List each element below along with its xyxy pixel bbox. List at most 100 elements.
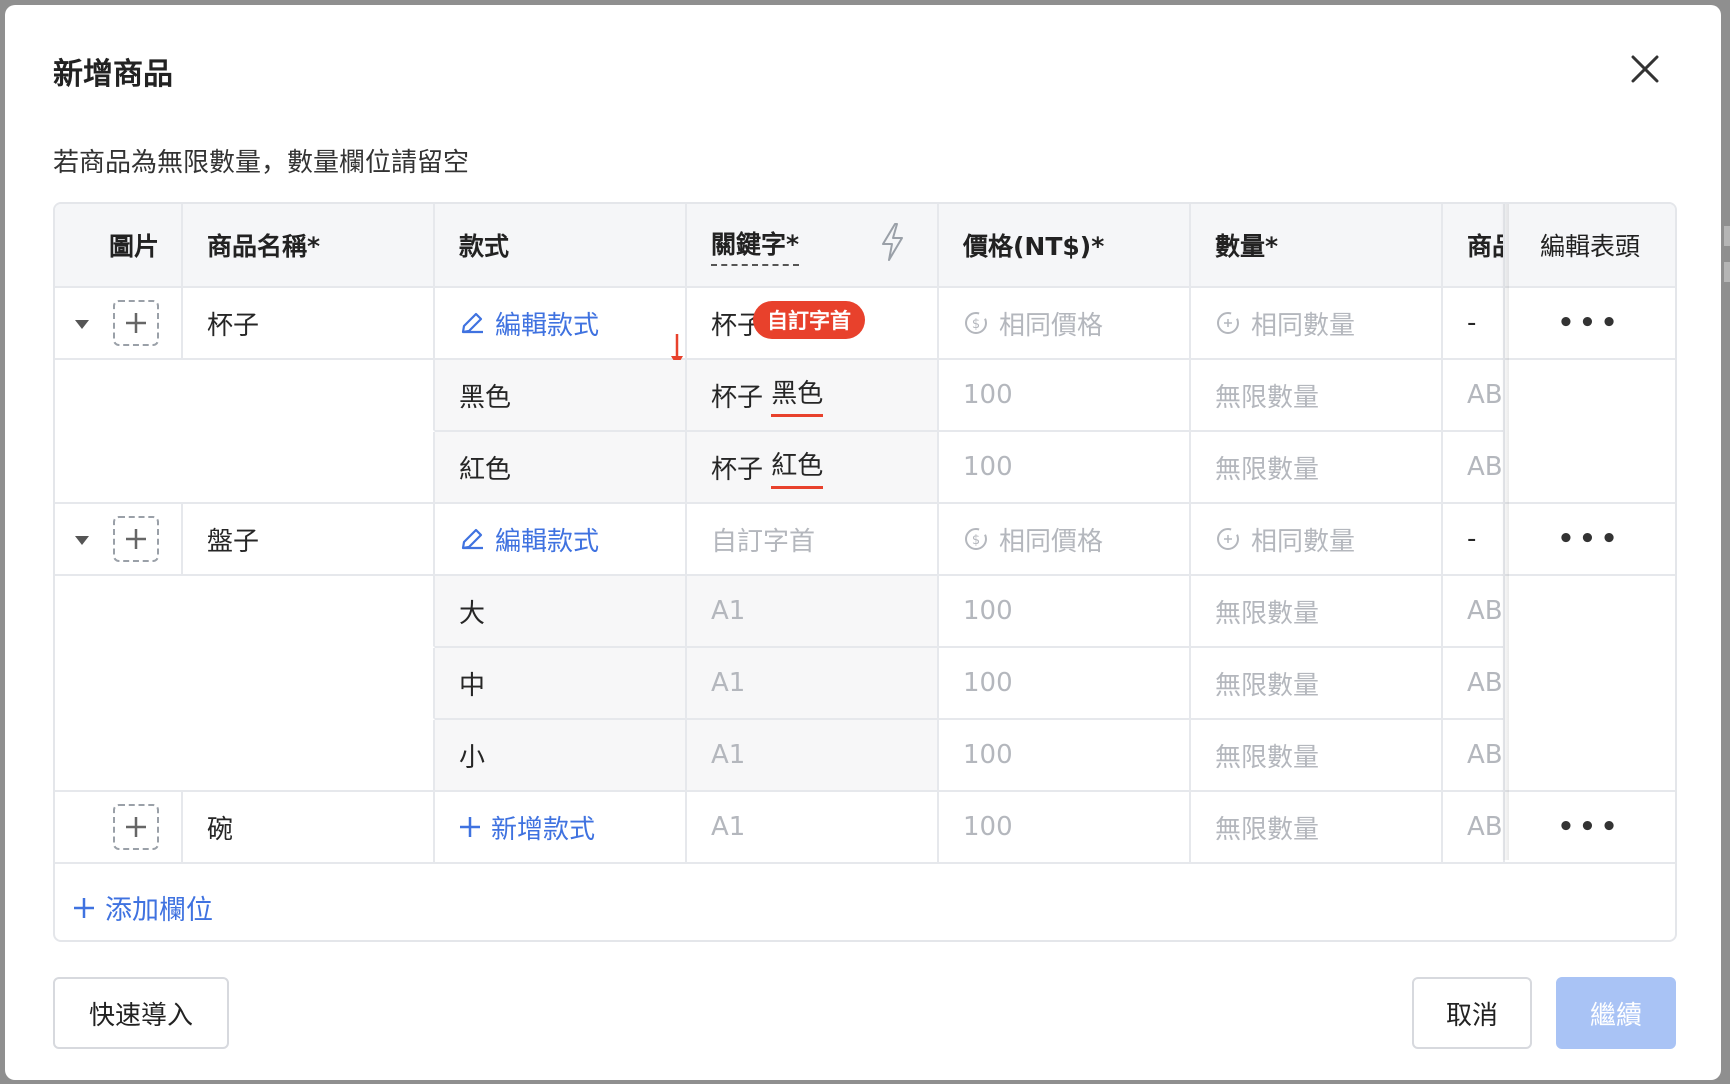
edit-header-button[interactable]: 編輯表頭	[1505, 204, 1675, 288]
close-button[interactable]	[1625, 49, 1665, 89]
extra-cell[interactable]: -	[1443, 288, 1505, 360]
edit-variant-button[interactable]: 編輯款式	[435, 288, 687, 360]
row-actions	[1505, 360, 1675, 432]
image-cell	[55, 504, 183, 576]
price-cell[interactable]: 100	[939, 576, 1191, 648]
variant-name[interactable]: 黑色	[435, 360, 687, 432]
table-header: 圖片 商品名稱* 款式 關鍵字* 價格(NT$)* 數量* 商品 編輯表頭	[55, 204, 1675, 288]
add-variant-button[interactable]: 新增款式	[435, 792, 687, 864]
dollar-cycle-icon: $	[965, 528, 987, 550]
sticky-column-shadow	[1501, 204, 1509, 860]
header-keyword: 關鍵字*	[687, 204, 939, 288]
price-cell[interactable]: $ 相同價格	[939, 504, 1191, 576]
more-button[interactable]: •••	[1505, 792, 1675, 864]
plus-icon	[126, 529, 146, 549]
svg-text:$: $	[972, 533, 980, 548]
add-column-button[interactable]: 添加欄位	[73, 888, 213, 927]
add-image-button[interactable]	[113, 804, 159, 850]
keyword-cell[interactable]: A1	[687, 576, 939, 648]
edit-icon	[461, 312, 483, 334]
extra-cell[interactable]: AB	[1443, 792, 1505, 864]
quantity-cell[interactable]: 相同數量	[1191, 504, 1443, 576]
add-variant-label: 新增款式	[491, 814, 596, 845]
product-name[interactable]: 盤子	[183, 504, 435, 576]
caret-down-icon[interactable]	[75, 536, 89, 545]
quantity-cell[interactable]: 無限數量	[1191, 432, 1443, 504]
quantity-cell[interactable]: 無限數量	[1191, 360, 1443, 432]
variant-name[interactable]: 中	[435, 648, 687, 720]
variant-name[interactable]: 小	[435, 720, 687, 792]
caret-down-icon[interactable]	[75, 320, 89, 329]
more-button[interactable]: •••	[1505, 504, 1675, 576]
price-cell[interactable]: 100	[939, 360, 1191, 432]
image-cell	[55, 720, 183, 792]
row-actions	[1505, 648, 1675, 720]
edit-variant-label: 編輯款式	[495, 310, 600, 341]
row-actions	[1505, 576, 1675, 648]
name-cell	[183, 360, 435, 432]
quantity-cell[interactable]: 相同數量	[1191, 288, 1443, 360]
quantity-hint: 若商品為無限數量，數量欄位請留空	[53, 148, 470, 178]
backdrop-fragment	[1724, 226, 1730, 246]
edit-variant-label: 編輯款式	[495, 526, 600, 557]
lightning-icon[interactable]	[877, 222, 907, 262]
add-image-button[interactable]	[113, 516, 159, 562]
more-button[interactable]: •••	[1505, 288, 1675, 360]
svg-text:$: $	[972, 317, 980, 332]
keyword-cell[interactable]: 自訂字首	[687, 504, 939, 576]
keyword-suffix: 黑色	[771, 373, 824, 417]
keyword-cell[interactable]: A1	[687, 720, 939, 792]
extra-cell[interactable]: -	[1443, 504, 1505, 576]
extra-cell[interactable]: AB	[1443, 648, 1505, 720]
edit-icon	[461, 528, 483, 550]
add-image-button[interactable]	[113, 300, 159, 346]
table-row: 中 A1 100 無限數量 AB	[55, 648, 1675, 720]
keyword-cell[interactable]: A1	[687, 648, 939, 720]
quantity-cell[interactable]: 無限數量	[1191, 648, 1443, 720]
table-row: 黑色 杯子 黑色 100 無限數量 AB	[55, 360, 1675, 432]
table-row: 紅色 杯子 紅色 100 無限數量 AB	[55, 432, 1675, 504]
name-cell	[183, 432, 435, 504]
price-cell[interactable]: 100	[939, 432, 1191, 504]
extra-cell[interactable]: AB	[1443, 576, 1505, 648]
keyword-cell[interactable]: A1	[687, 792, 939, 864]
add-column-label: 添加欄位	[105, 895, 213, 926]
product-name[interactable]: 杯子	[183, 288, 435, 360]
quantity-cell[interactable]: 無限數量	[1191, 720, 1443, 792]
quantity-cell[interactable]: 無限數量	[1191, 576, 1443, 648]
extra-cell[interactable]: AB	[1443, 432, 1505, 504]
edit-variant-button[interactable]: 編輯款式	[435, 504, 687, 576]
header-price: 價格(NT$)*	[939, 204, 1191, 288]
keyword-prefix: 杯子	[711, 454, 764, 485]
keyword-prefix: 杯子	[711, 382, 764, 413]
price-cell[interactable]: $ 相同價格	[939, 288, 1191, 360]
row-actions	[1505, 432, 1675, 504]
plus-icon	[74, 897, 94, 918]
name-cell	[183, 576, 435, 648]
price-cell[interactable]: 100	[939, 648, 1191, 720]
extra-cell[interactable]: AB	[1443, 720, 1505, 792]
price-cell[interactable]: 100	[939, 792, 1191, 864]
product-name[interactable]: 碗	[183, 792, 435, 864]
keyword-cell[interactable]: 杯子 黑色	[687, 360, 939, 432]
image-cell	[55, 576, 183, 648]
more-icon: •••	[1557, 308, 1623, 338]
quantity-cell[interactable]: 無限數量	[1191, 792, 1443, 864]
variant-name[interactable]: 紅色	[435, 432, 687, 504]
plus-icon	[460, 817, 480, 837]
same-price-label: 相同價格	[999, 310, 1104, 341]
price-cell[interactable]: 100	[939, 720, 1191, 792]
row-actions	[1505, 720, 1675, 792]
dialog-title: 新增商品	[53, 57, 173, 92]
quick-import-button[interactable]: 快速導入	[53, 977, 229, 1049]
extra-cell[interactable]: AB	[1443, 360, 1505, 432]
header-quantity: 數量*	[1191, 204, 1443, 288]
keyword-cell[interactable]: 杯子 紅色	[687, 432, 939, 504]
cancel-button[interactable]: 取消	[1412, 977, 1532, 1049]
continue-button[interactable]: 繼續	[1556, 977, 1676, 1049]
header-image: 圖片	[55, 204, 183, 288]
backdrop-fragment	[1724, 262, 1730, 282]
table-row: 盤子 編輯款式 自訂字首 $ 相同價格 相同數量 - •••	[55, 504, 1675, 576]
refresh-icon	[1217, 312, 1239, 334]
variant-name[interactable]: 大	[435, 576, 687, 648]
